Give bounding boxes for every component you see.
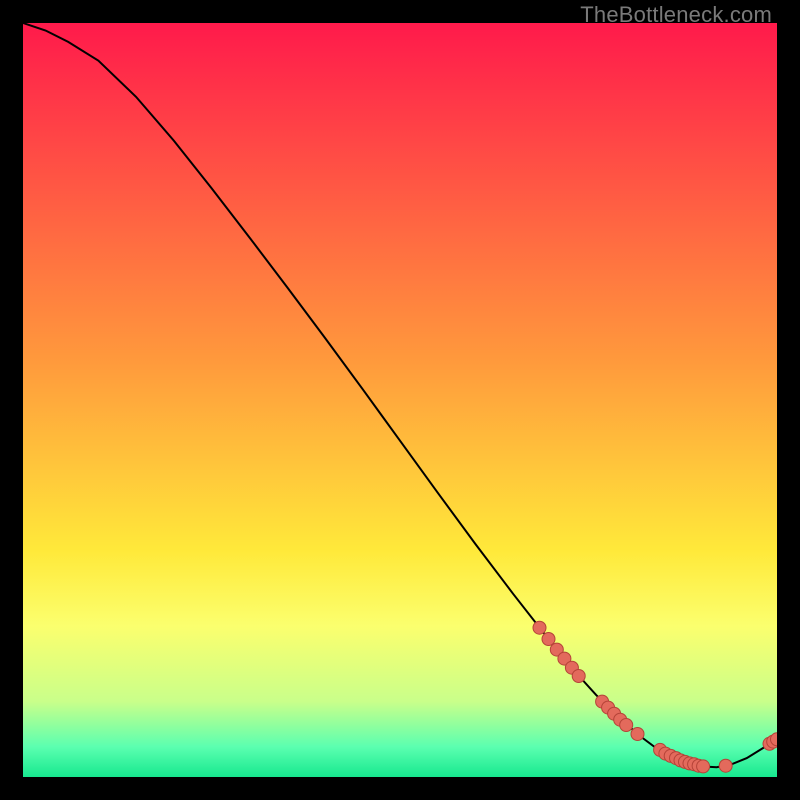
data-marker (620, 719, 633, 732)
chart-svg (23, 23, 777, 777)
data-marker (572, 670, 585, 683)
watermark-text: TheBottleneck.com (580, 2, 772, 28)
data-marker (631, 728, 644, 741)
data-marker (697, 760, 710, 773)
data-marker (719, 759, 732, 772)
data-marker (533, 621, 546, 634)
gradient-background (23, 23, 777, 777)
chart-frame (23, 23, 777, 777)
data-marker (542, 633, 555, 646)
